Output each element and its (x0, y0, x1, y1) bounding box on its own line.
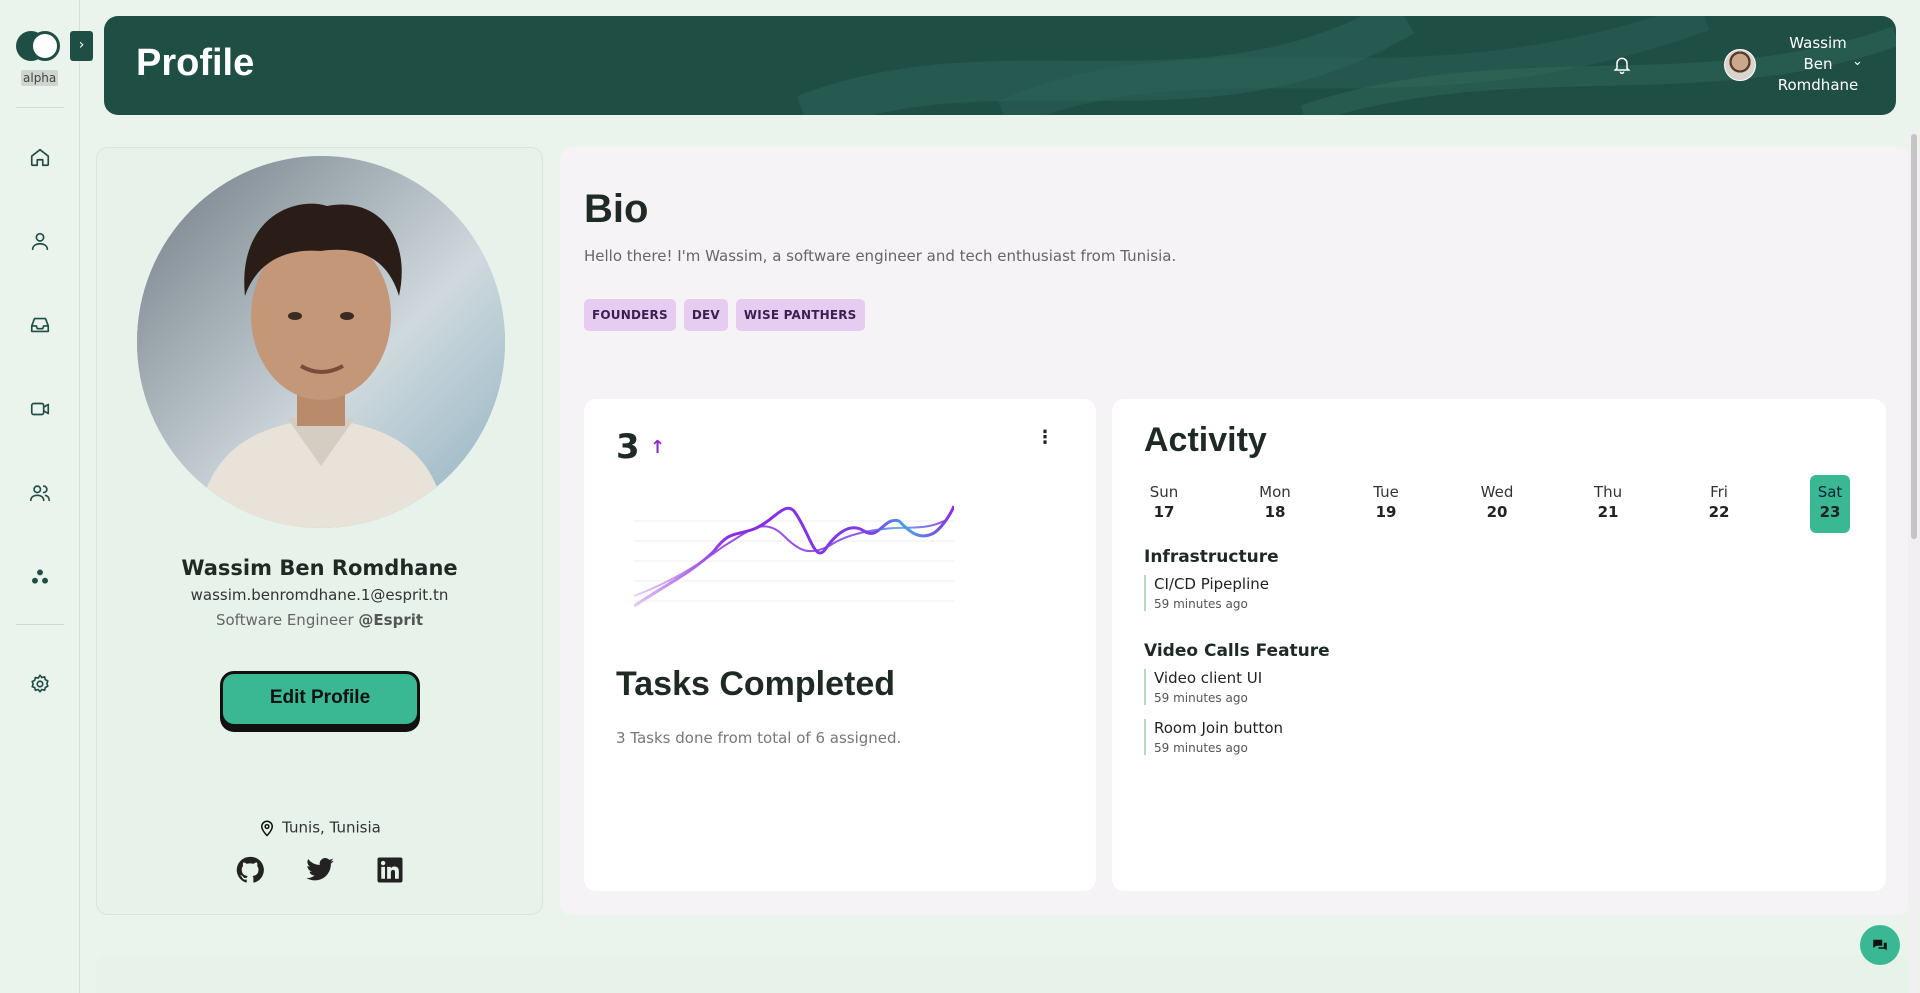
bio-text: Hello there! I'm Wassim, a software engi… (584, 247, 1177, 265)
activity-item-time: 59 minutes ago (1154, 597, 1248, 611)
day-fri[interactable]: Fri 22 (1699, 475, 1739, 533)
location-text: Tunis, Tunisia (282, 818, 381, 837)
scrollbar-thumb[interactable] (1911, 134, 1917, 539)
activity-item-name: Video client UI (1154, 669, 1263, 687)
profile-card: Wassim Ben Romdhane wassim.benromdhane.1… (96, 147, 543, 915)
week-day-selector: Sun 17 Mon 18 Tue 19 Wed 20 Thu 21 Fri 22 Sat 2… (1144, 475, 1850, 533)
location-pin-icon (261, 820, 274, 837)
tasks-completed-card: 3 ↑ ⋮ Tasks Completed 3 Tasks done from … (584, 399, 1096, 891)
tasks-sparkline (634, 505, 954, 608)
workspaces-icon[interactable] (28, 565, 52, 589)
user-last-name: Romdhane (1777, 76, 1859, 94)
trend-up-icon: ↑ (650, 437, 666, 458)
tasks-count: 3 (616, 427, 640, 467)
day-wed[interactable]: Wed 20 (1477, 475, 1517, 533)
day-name: Fri (1710, 483, 1728, 501)
tag-wise-panthers[interactable]: WISE PANTHERS (735, 299, 865, 331)
more-options-icon[interactable]: ⋮ (1036, 429, 1054, 447)
tasks-completed-subtitle: 3 Tasks done from total of 6 assigned. (616, 729, 902, 747)
page-scrollbar[interactable] (1908, 130, 1920, 993)
sidebar: › alpha (0, 0, 93, 993)
profile-role: Software Engineer @Esprit (97, 611, 542, 629)
secondary-card (96, 955, 1910, 993)
day-mon[interactable]: Mon 18 (1255, 475, 1295, 533)
location: Tunis, Tunisia (97, 818, 542, 838)
video-icon[interactable] (28, 397, 52, 421)
day-number: 19 (1375, 503, 1397, 521)
day-number: 17 (1153, 503, 1175, 521)
activity-card: Activity Sun 17 Mon 18 Tue 19 Wed 20 Thu 21 F… (1112, 399, 1886, 891)
tag-founders[interactable]: FOUNDERS (584, 299, 676, 331)
activity-item-time: 59 minutes ago (1154, 691, 1248, 705)
activity-item-name: CI/CD Pipepline (1154, 575, 1269, 593)
day-number: 23 (1819, 503, 1841, 521)
activity-item[interactable]: Room Join button 59 minutes ago (1144, 719, 1283, 755)
activity-group-title: Video Calls Feature (1144, 641, 1330, 661)
day-name: Sun (1149, 483, 1179, 501)
page-title: Profile (136, 42, 255, 84)
tag-list: FOUNDERS DEV WISE PANTHERS (584, 299, 865, 331)
profile-name: Wassim Ben Romdhane (181, 556, 458, 580)
edit-profile-button[interactable]: Edit Profile (220, 671, 420, 727)
sidebar-divider (16, 107, 64, 108)
activity-group-title: Infrastructure (1144, 547, 1279, 567)
user-avatar[interactable] (1724, 49, 1756, 81)
tasks-completed-title: Tasks Completed (616, 665, 896, 703)
day-number: 21 (1597, 503, 1619, 521)
home-icon[interactable] (28, 145, 52, 169)
day-name: Wed (1480, 483, 1514, 501)
notification-bell-icon[interactable] (1612, 54, 1632, 76)
activity-item[interactable]: Video client UI 59 minutes ago (1144, 669, 1262, 705)
company-link[interactable]: @Esprit (358, 611, 423, 629)
linkedin-icon[interactable] (375, 855, 405, 885)
version-badge: alpha (21, 70, 59, 86)
day-name: Tue (1373, 483, 1399, 501)
day-sun[interactable]: Sun 17 (1144, 475, 1184, 533)
profile-photo (137, 156, 505, 528)
profile-email: wassim.benromdhane.1@esprit.tn (190, 586, 449, 604)
bio-panel: Bio Hello there! I'm Wassim, a software … (560, 147, 1910, 915)
day-tue[interactable]: Tue 19 (1366, 475, 1406, 533)
day-thu[interactable]: Thu 21 (1588, 475, 1628, 533)
activity-item[interactable]: CI/CD Pipepline 59 minutes ago (1144, 575, 1269, 611)
gear-icon[interactable] (28, 672, 52, 696)
activity-title: Activity (1144, 421, 1267, 459)
user-first-name: Wassim (1789, 34, 1847, 52)
role-text: Software Engineer (215, 611, 354, 629)
twitter-icon[interactable] (305, 855, 335, 885)
day-name: Sat (1817, 483, 1843, 501)
sidebar-divider (16, 624, 64, 625)
tag-dev[interactable]: DEV (683, 299, 728, 331)
users-icon[interactable] (28, 481, 52, 505)
github-icon[interactable] (235, 855, 265, 885)
sidebar-expand-button[interactable]: › (70, 31, 93, 61)
user-icon[interactable] (28, 229, 52, 253)
activity-item-time: 59 minutes ago (1154, 741, 1248, 755)
bio-title: Bio (584, 187, 649, 231)
chat-icon[interactable] (1860, 925, 1900, 965)
app-logo[interactable] (16, 31, 62, 61)
activity-item-name: Room Join button (1154, 719, 1284, 737)
day-number: 18 (1264, 503, 1286, 521)
page-header: Profile Wassim Ben Romdhane ⌄ (104, 16, 1896, 115)
day-name: Thu (1593, 483, 1623, 501)
day-name: Mon (1259, 483, 1291, 501)
day-sat[interactable]: Sat 23 (1810, 475, 1850, 533)
day-number: 20 (1486, 503, 1508, 521)
day-number: 22 (1708, 503, 1730, 521)
inbox-icon[interactable] (28, 313, 52, 337)
chevron-down-icon[interactable]: ⌄ (1852, 54, 1863, 69)
